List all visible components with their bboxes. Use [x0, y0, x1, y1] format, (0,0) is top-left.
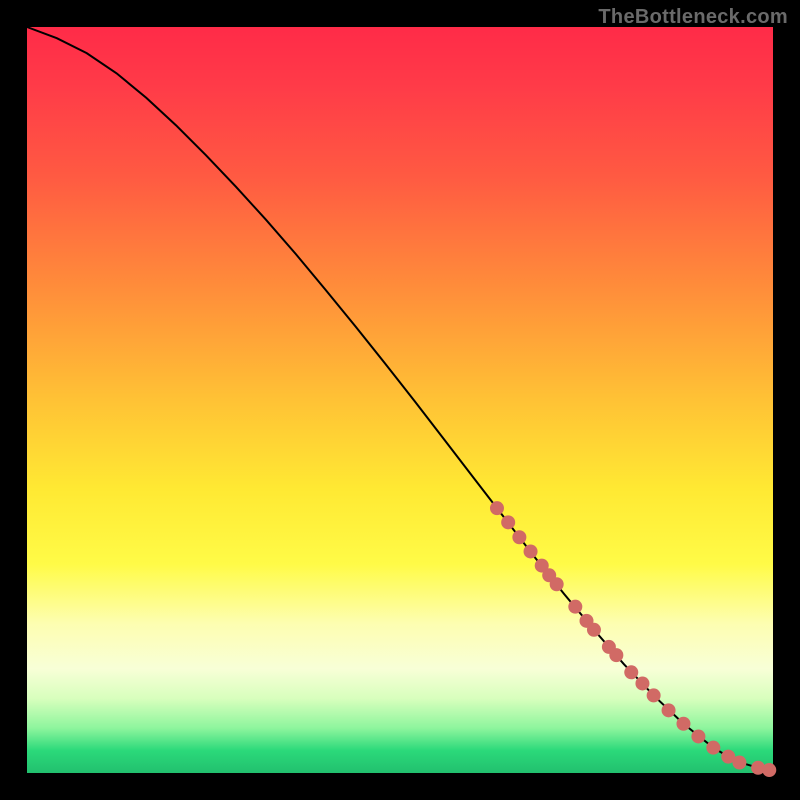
- data-marker: [587, 623, 601, 637]
- data-marker: [662, 703, 676, 717]
- data-marker: [550, 577, 564, 591]
- curve-line: [27, 27, 773, 770]
- watermark-text: TheBottleneck.com: [598, 6, 788, 29]
- chart-stage: TheBottleneck.com: [0, 0, 800, 800]
- data-marker: [490, 501, 504, 515]
- data-marker: [691, 729, 705, 743]
- plot-area: [27, 27, 773, 773]
- data-marker: [609, 648, 623, 662]
- data-marker: [501, 515, 515, 529]
- data-marker: [635, 676, 649, 690]
- data-marker: [676, 717, 690, 731]
- data-marker: [624, 665, 638, 679]
- data-marker: [706, 741, 720, 755]
- data-marker: [732, 756, 746, 770]
- data-marker: [524, 544, 538, 558]
- data-marker: [512, 530, 526, 544]
- chart-svg: [27, 27, 773, 773]
- data-marker: [568, 600, 582, 614]
- marker-layer: [490, 501, 776, 777]
- data-marker: [762, 763, 776, 777]
- data-marker: [647, 688, 661, 702]
